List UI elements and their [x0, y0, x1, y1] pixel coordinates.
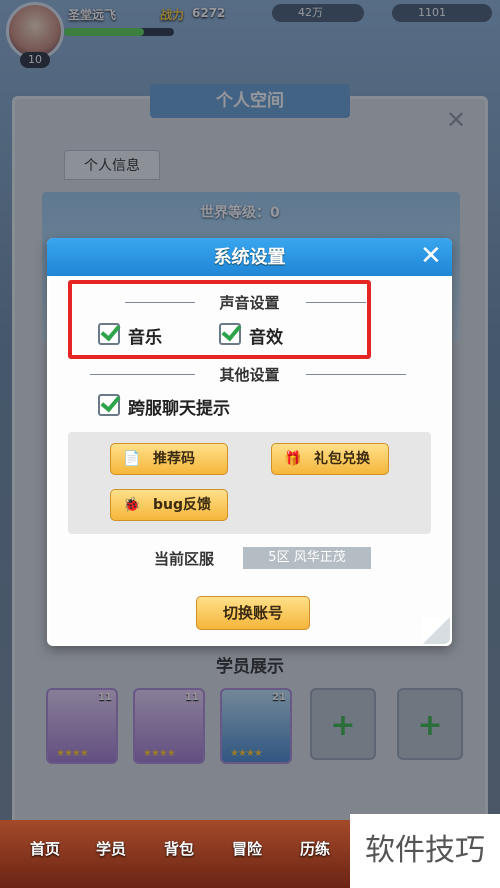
server-value: 5区 风华正茂 — [243, 547, 371, 569]
gift-icon: 🎁 — [284, 451, 302, 467]
cross-chat-checkbox[interactable] — [98, 394, 120, 416]
dialog-title: 系统设置 — [213, 247, 286, 268]
nav-home[interactable]: 首页 — [30, 838, 60, 859]
nav-members[interactable]: 学员 — [96, 838, 126, 859]
highlight-box — [68, 280, 371, 359]
bug-label: bug反馈 — [153, 497, 212, 513]
nav-adventure[interactable]: 冒险 — [232, 838, 262, 859]
bug-icon: 🐞 — [123, 497, 141, 513]
document-icon: 📄 — [123, 451, 141, 467]
switch-account-button[interactable]: 切换账号 — [196, 596, 310, 630]
page-fold-corner — [422, 618, 450, 644]
watermark: 软件技巧 — [350, 814, 500, 888]
gift-redeem-button[interactable]: 🎁 礼包兑换 — [271, 443, 389, 475]
divider — [306, 374, 406, 375]
referral-code-button[interactable]: 📄 推荐码 — [110, 443, 228, 475]
gift-label: 礼包兑换 — [314, 451, 370, 467]
nav-training[interactable]: 历练 — [300, 838, 330, 859]
referral-label: 推荐码 — [153, 451, 195, 467]
server-label: 当前区服 — [154, 550, 215, 568]
close-icon[interactable]: ✕ — [420, 242, 442, 270]
bug-report-button[interactable]: 🐞 bug反馈 — [110, 489, 228, 521]
nav-bag[interactable]: 背包 — [164, 838, 194, 859]
cross-chat-label: 跨服聊天提示 — [128, 399, 230, 419]
